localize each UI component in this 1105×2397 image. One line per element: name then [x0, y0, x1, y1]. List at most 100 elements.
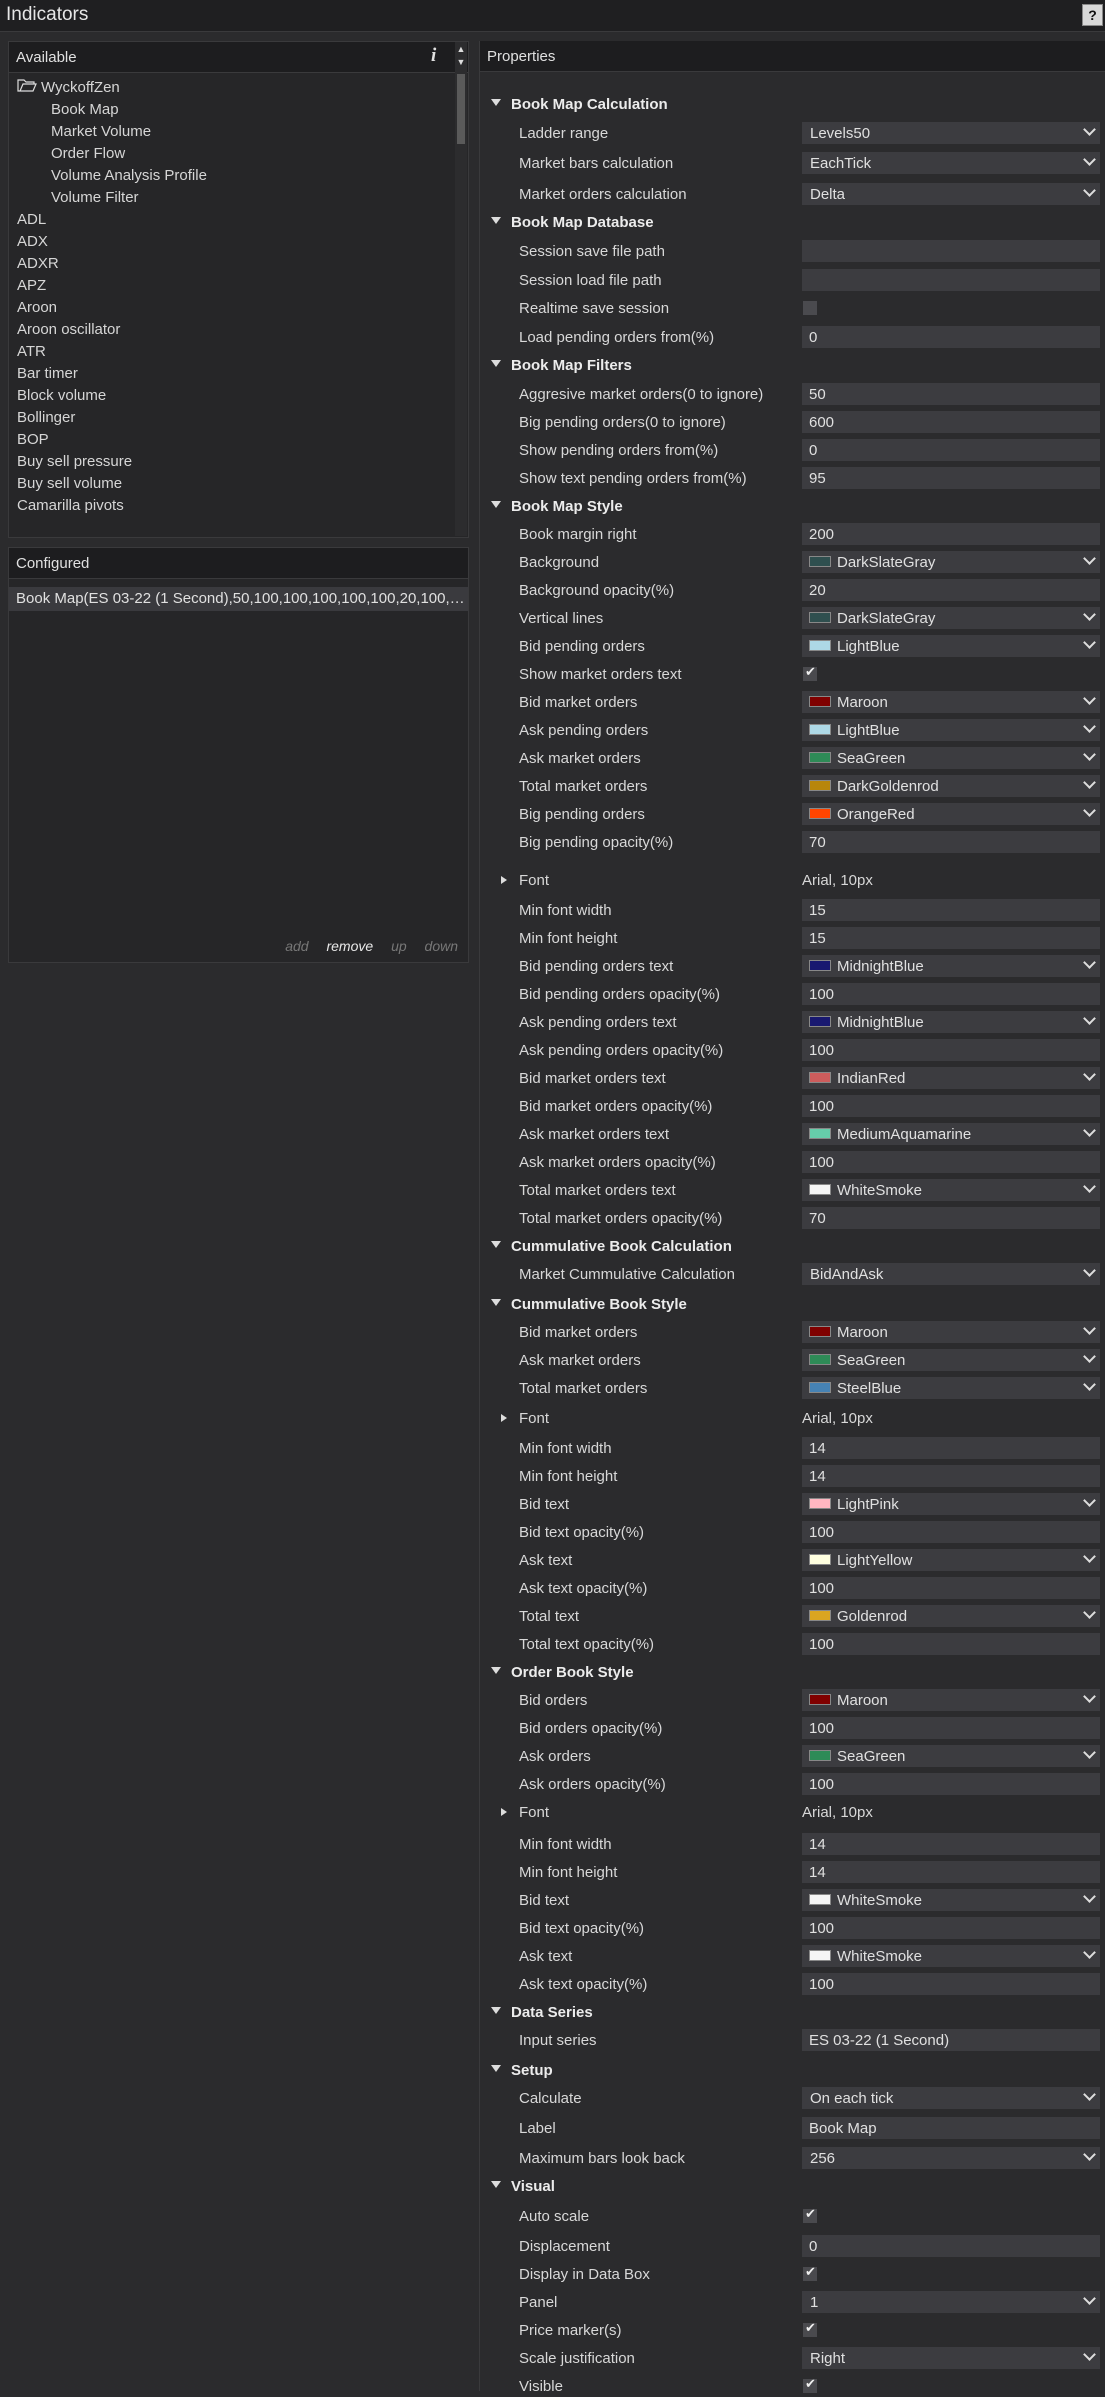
property-text-field[interactable]: [802, 240, 1100, 262]
property-text-field[interactable]: 15: [802, 899, 1100, 921]
color-dropdown[interactable]: SteelBlue: [802, 1377, 1100, 1399]
color-dropdown[interactable]: Maroon: [802, 691, 1100, 713]
property-dropdown[interactable]: BidAndAsk: [802, 1263, 1100, 1285]
help-button[interactable]: ?: [1082, 4, 1103, 26]
font-property[interactable]: Font Arial, 10px: [480, 1801, 1105, 1823]
property-dropdown[interactable]: 1: [802, 2291, 1100, 2313]
font-value[interactable]: Arial, 10px: [802, 1804, 873, 1821]
expand-triangle-icon[interactable]: [501, 1808, 507, 1816]
tree-item[interactable]: ADX: [9, 231, 453, 253]
color-dropdown[interactable]: MidnightBlue: [802, 955, 1100, 977]
tree-item[interactable]: Market Volume: [9, 121, 453, 143]
collapse-triangle-icon[interactable]: [491, 2181, 501, 2188]
color-dropdown[interactable]: Maroon: [802, 1689, 1100, 1711]
collapse-triangle-icon[interactable]: [491, 217, 501, 224]
color-dropdown[interactable]: WhiteSmoke: [802, 1945, 1100, 1967]
category-header[interactable]: Cummulative Book Style: [480, 1293, 1105, 1315]
collapse-triangle-icon[interactable]: [491, 501, 501, 508]
category-header[interactable]: Book Map Calculation: [480, 93, 1105, 115]
property-text-field[interactable]: ES 03-22 (1 Second): [802, 2029, 1100, 2051]
tree-item[interactable]: ADXR: [9, 253, 453, 275]
property-text-field[interactable]: Book Map: [802, 2117, 1100, 2139]
color-dropdown[interactable]: SeaGreen: [802, 1745, 1100, 1767]
color-dropdown[interactable]: OrangeRed: [802, 803, 1100, 825]
font-value[interactable]: Arial, 10px: [802, 1410, 873, 1427]
property-dropdown[interactable]: On each tick: [802, 2087, 1100, 2109]
property-checkbox[interactable]: ✔: [803, 2206, 817, 2223]
property-checkbox[interactable]: ✔: [803, 664, 817, 681]
property-checkbox[interactable]: ✔: [803, 2320, 817, 2337]
tree-item[interactable]: Bar timer: [9, 363, 453, 385]
info-icon[interactable]: i: [431, 45, 436, 67]
collapse-triangle-icon[interactable]: [491, 2065, 501, 2072]
property-text-field[interactable]: 100: [802, 1039, 1100, 1061]
scroll-thumb[interactable]: [457, 74, 465, 144]
font-value[interactable]: Arial, 10px: [802, 872, 873, 889]
property-text-field[interactable]: 100: [802, 983, 1100, 1005]
scroll-up-icon[interactable]: ▲: [455, 44, 467, 54]
property-dropdown[interactable]: Right: [802, 2347, 1100, 2369]
property-text-field[interactable]: 0: [802, 2235, 1100, 2257]
color-dropdown[interactable]: SeaGreen: [802, 1349, 1100, 1371]
collapse-triangle-icon[interactable]: [491, 99, 501, 106]
category-header[interactable]: Book Map Style: [480, 495, 1105, 517]
property-dropdown[interactable]: EachTick: [802, 152, 1100, 174]
font-property[interactable]: Font Arial, 10px: [480, 1407, 1105, 1429]
color-dropdown[interactable]: SeaGreen: [802, 747, 1100, 769]
category-header[interactable]: Cummulative Book Calculation: [480, 1235, 1105, 1257]
property-text-field[interactable]: 0: [802, 326, 1100, 348]
tree-item[interactable]: Order Flow: [9, 143, 453, 165]
tree-item[interactable]: Aroon: [9, 297, 453, 319]
property-text-field[interactable]: 14: [802, 1465, 1100, 1487]
color-dropdown[interactable]: LightBlue: [802, 635, 1100, 657]
font-property[interactable]: Font Arial, 10px: [480, 869, 1105, 891]
property-text-field[interactable]: 100: [802, 1717, 1100, 1739]
color-dropdown[interactable]: IndianRed: [802, 1067, 1100, 1089]
property-text-field[interactable]: 100: [802, 1633, 1100, 1655]
property-checkbox[interactable]: [803, 301, 817, 315]
configured-item[interactable]: Book Map(ES 03-22 (1 Second),50,100,100,…: [9, 587, 468, 611]
tree-folder-wyckoffzen[interactable]: WyckoffZen: [9, 77, 453, 99]
collapse-triangle-icon[interactable]: [491, 2007, 501, 2014]
tree-item[interactable]: Aroon oscillator: [9, 319, 453, 341]
expand-triangle-icon[interactable]: [501, 1414, 507, 1422]
property-text-field[interactable]: 14: [802, 1437, 1100, 1459]
color-dropdown[interactable]: WhiteSmoke: [802, 1179, 1100, 1201]
property-text-field[interactable]: 100: [802, 1917, 1100, 1939]
tree-item[interactable]: BOP: [9, 429, 453, 451]
color-dropdown[interactable]: LightPink: [802, 1493, 1100, 1515]
tree-item[interactable]: Block volume: [9, 385, 453, 407]
property-text-field[interactable]: 100: [802, 1577, 1100, 1599]
tree-item[interactable]: Buy sell pressure: [9, 451, 453, 473]
property-text-field[interactable]: 200: [802, 523, 1100, 545]
color-dropdown[interactable]: LightYellow: [802, 1549, 1100, 1571]
property-text-field[interactable]: 600: [802, 411, 1100, 433]
property-text-field[interactable]: 100: [802, 1521, 1100, 1543]
collapse-triangle-icon[interactable]: [491, 1241, 501, 1248]
property-dropdown[interactable]: 256: [802, 2147, 1100, 2169]
collapse-triangle-icon[interactable]: [491, 1299, 501, 1306]
collapse-triangle-icon[interactable]: [491, 360, 501, 367]
property-text-field[interactable]: 14: [802, 1833, 1100, 1855]
tree-item[interactable]: ATR: [9, 341, 453, 363]
tree-item[interactable]: Buy sell volume: [9, 473, 453, 495]
property-text-field[interactable]: 70: [802, 1207, 1100, 1229]
tree-item[interactable]: Bollinger: [9, 407, 453, 429]
expand-triangle-icon[interactable]: [501, 876, 507, 884]
available-scrollbar[interactable]: ▲ ▼: [455, 42, 467, 536]
remove-button[interactable]: remove: [326, 938, 373, 954]
collapse-triangle-icon[interactable]: [491, 1667, 501, 1674]
color-dropdown[interactable]: MidnightBlue: [802, 1011, 1100, 1033]
color-dropdown[interactable]: LightBlue: [802, 719, 1100, 741]
down-button[interactable]: down: [425, 938, 458, 954]
property-dropdown[interactable]: Levels50: [802, 122, 1100, 144]
scroll-down-icon[interactable]: ▼: [455, 57, 467, 67]
property-text-field[interactable]: 100: [802, 1973, 1100, 1995]
color-dropdown[interactable]: DarkGoldenrod: [802, 775, 1100, 797]
category-header[interactable]: Book Map Database: [480, 211, 1105, 233]
property-text-field[interactable]: 15: [802, 927, 1100, 949]
tree-item[interactable]: APZ: [9, 275, 453, 297]
property-dropdown[interactable]: Delta: [802, 183, 1100, 205]
color-dropdown[interactable]: WhiteSmoke: [802, 1889, 1100, 1911]
tree-item[interactable]: Book Map: [9, 99, 453, 121]
